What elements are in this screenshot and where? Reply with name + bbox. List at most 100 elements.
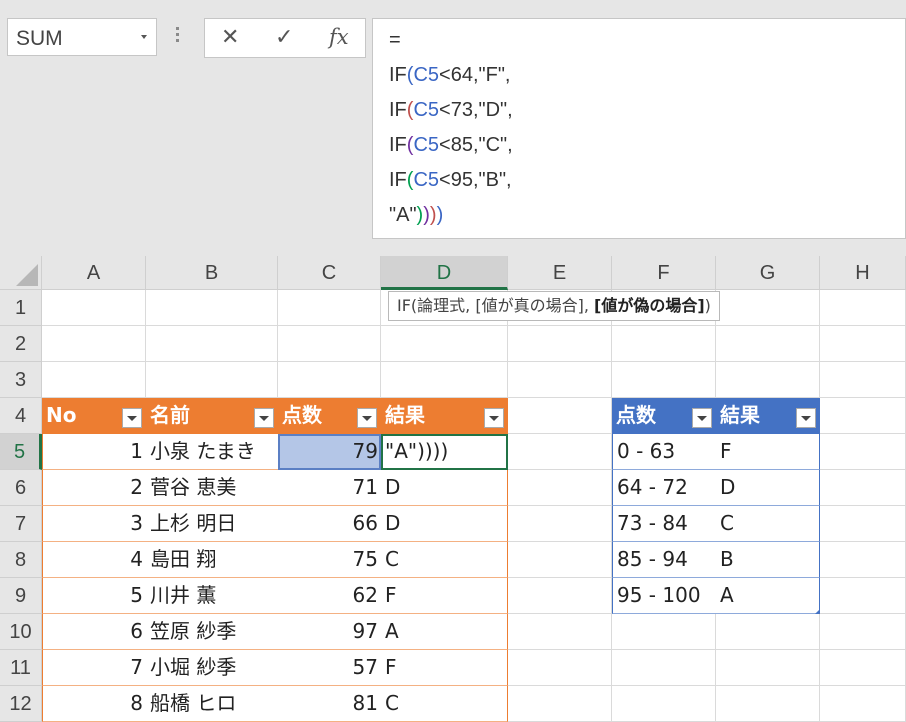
- row-header-9[interactable]: 9: [0, 578, 42, 614]
- table-cell[interactable]: 73 - 84: [612, 506, 716, 542]
- cell[interactable]: [820, 506, 906, 542]
- cell[interactable]: [716, 362, 820, 398]
- cell[interactable]: [146, 290, 278, 326]
- cell[interactable]: [508, 542, 612, 578]
- table-cell[interactable]: C: [716, 506, 820, 542]
- cell[interactable]: [820, 614, 906, 650]
- table-cell[interactable]: 57: [278, 650, 381, 686]
- cell[interactable]: [716, 614, 820, 650]
- cell[interactable]: [508, 686, 612, 722]
- table-cell[interactable]: F: [716, 434, 820, 470]
- cell[interactable]: [42, 326, 146, 362]
- row-header-10[interactable]: 10: [0, 614, 42, 650]
- table-cell[interactable]: 川井 薫: [146, 578, 278, 614]
- cell[interactable]: [612, 614, 716, 650]
- row-header-4[interactable]: 4: [0, 398, 42, 434]
- table-cell[interactable]: 笠原 紗季: [146, 614, 278, 650]
- row-header-1[interactable]: 1: [0, 290, 42, 326]
- table-cell[interactable]: D: [381, 470, 508, 506]
- table-cell[interactable]: 7: [42, 650, 146, 686]
- column-header-e[interactable]: E: [508, 256, 612, 290]
- table-cell[interactable]: 66: [278, 506, 381, 542]
- column-header-d[interactable]: D: [381, 256, 508, 290]
- table-cell[interactable]: 3: [42, 506, 146, 542]
- table-cell[interactable]: 79: [278, 434, 381, 470]
- row-header-5[interactable]: 5: [0, 434, 42, 470]
- formula-input[interactable]: = IF(C5<64,"F", IF(C5<73,"D", IF(C5<85,"C",…: [372, 18, 906, 239]
- column-header-g[interactable]: G: [716, 256, 820, 290]
- table-cell[interactable]: 62: [278, 578, 381, 614]
- cell[interactable]: [508, 650, 612, 686]
- cell[interactable]: [146, 326, 278, 362]
- cell[interactable]: [820, 686, 906, 722]
- table-cell[interactable]: "A")))): [381, 434, 508, 470]
- row-header-6[interactable]: 6: [0, 470, 42, 506]
- table-cell[interactable]: 上杉 明日: [146, 506, 278, 542]
- cell[interactable]: [820, 362, 906, 398]
- select-all-corner[interactable]: [0, 256, 42, 290]
- column-header-h[interactable]: H: [820, 256, 906, 290]
- cell[interactable]: [42, 362, 146, 398]
- table-cell[interactable]: C: [381, 542, 508, 578]
- cell[interactable]: [278, 362, 381, 398]
- table-cell[interactable]: B: [716, 542, 820, 578]
- table-cell[interactable]: 75: [278, 542, 381, 578]
- table-cell[interactable]: D: [716, 470, 820, 506]
- cell[interactable]: [508, 434, 612, 470]
- cell[interactable]: [612, 686, 716, 722]
- row-header-3[interactable]: 3: [0, 362, 42, 398]
- table-cell[interactable]: 6: [42, 614, 146, 650]
- table-cell[interactable]: 71: [278, 470, 381, 506]
- cell[interactable]: [820, 434, 906, 470]
- cell[interactable]: [612, 362, 716, 398]
- table-header-cell[interactable]: No: [42, 398, 146, 434]
- name-box[interactable]: SUM: [7, 18, 157, 56]
- cell[interactable]: [381, 362, 508, 398]
- cell[interactable]: [820, 290, 906, 326]
- filter-dropdown-icon[interactable]: [692, 408, 712, 428]
- column-header-c[interactable]: C: [278, 256, 381, 290]
- row-header-2[interactable]: 2: [0, 326, 42, 362]
- cancel-icon[interactable]: ✕: [221, 25, 239, 50]
- column-header-f[interactable]: F: [612, 256, 716, 290]
- table-header-cell[interactable]: 点数: [278, 398, 381, 434]
- table-cell[interactable]: 島田 翔: [146, 542, 278, 578]
- table-cell[interactable]: 菅谷 恵美: [146, 470, 278, 506]
- table-cell[interactable]: 小泉 たまき: [146, 434, 278, 470]
- cell[interactable]: [716, 326, 820, 362]
- table-cell[interactable]: 85 - 94: [612, 542, 716, 578]
- table-cell[interactable]: 2: [42, 470, 146, 506]
- table-header-cell[interactable]: 結果: [716, 398, 820, 434]
- cell[interactable]: [612, 326, 716, 362]
- column-header-a[interactable]: A: [42, 256, 146, 290]
- table-cell[interactable]: 0 - 63: [612, 434, 716, 470]
- table-cell[interactable]: F: [381, 578, 508, 614]
- enter-check-icon[interactable]: ✓: [275, 25, 293, 50]
- filter-dropdown-icon[interactable]: [357, 408, 377, 428]
- table-cell[interactable]: C: [381, 686, 508, 722]
- cell[interactable]: [508, 326, 612, 362]
- filter-dropdown-icon[interactable]: [796, 408, 816, 428]
- table-cell[interactable]: 5: [42, 578, 146, 614]
- table-cell[interactable]: F: [381, 650, 508, 686]
- row-header-12[interactable]: 12: [0, 686, 42, 722]
- row-header-7[interactable]: 7: [0, 506, 42, 542]
- cell[interactable]: [820, 542, 906, 578]
- table-cell[interactable]: 95 - 100: [612, 578, 716, 614]
- column-header-b[interactable]: B: [146, 256, 278, 290]
- cell[interactable]: [146, 362, 278, 398]
- table-cell[interactable]: 81: [278, 686, 381, 722]
- table-cell[interactable]: 船橋 ヒロ: [146, 686, 278, 722]
- cell[interactable]: [612, 650, 716, 686]
- cell[interactable]: [278, 326, 381, 362]
- cell[interactable]: [508, 470, 612, 506]
- chevron-down-icon[interactable]: [141, 35, 147, 39]
- cell[interactable]: [820, 470, 906, 506]
- row-header-11[interactable]: 11: [0, 650, 42, 686]
- drag-handle-icon[interactable]: [176, 27, 180, 45]
- cell[interactable]: [820, 326, 906, 362]
- table-cell[interactable]: 8: [42, 686, 146, 722]
- tooltip-current-arg[interactable]: [値が偽の場合]: [594, 296, 705, 315]
- cell[interactable]: [508, 578, 612, 614]
- cell[interactable]: [716, 650, 820, 686]
